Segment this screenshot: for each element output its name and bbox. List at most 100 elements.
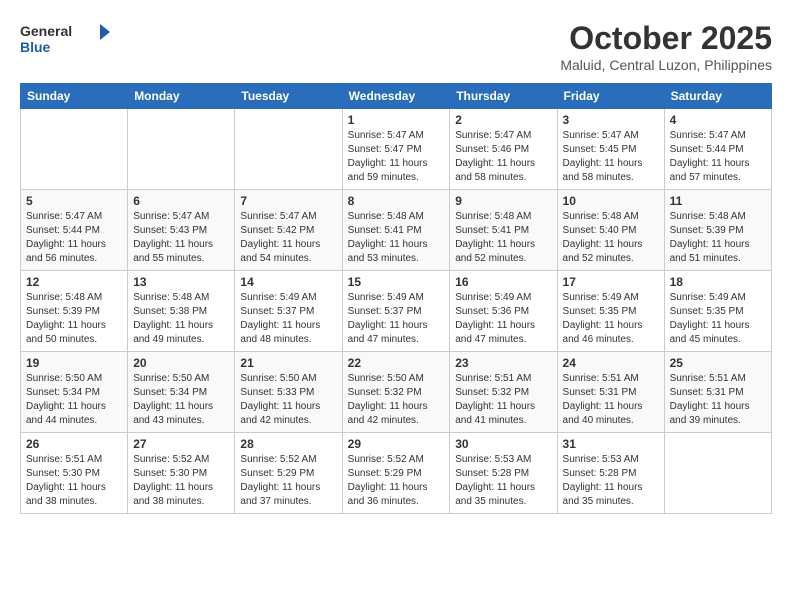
day-number: 21 bbox=[240, 356, 336, 370]
calendar-cell: 8Sunrise: 5:48 AM Sunset: 5:41 PM Daylig… bbox=[342, 190, 450, 271]
day-info: Sunrise: 5:50 AM Sunset: 5:34 PM Dayligh… bbox=[26, 372, 122, 428]
day-number: 25 bbox=[670, 356, 766, 370]
calendar-cell: 19Sunrise: 5:50 AM Sunset: 5:34 PM Dayli… bbox=[21, 352, 128, 433]
weekday-header-monday: Monday bbox=[128, 84, 235, 109]
calendar-cell: 20 Sunrise: 5:50 AM Sunset: 5:34 PM Dayli… bbox=[128, 352, 235, 433]
calendar-cell: 5 Sunrise: 5:47 AM Sunset: 5:44 PM Daylig… bbox=[21, 190, 128, 271]
calendar-cell: 9Sunrise: 5:48 AM Sunset: 5:41 PM Daylig… bbox=[450, 190, 557, 271]
location: Maluid, Central Luzon, Philippines bbox=[560, 57, 772, 73]
calendar-cell: 18Sunrise: 5:49 AM Sunset: 5:35 PM Dayli… bbox=[664, 271, 771, 352]
calendar-cell: 3Sunrise: 5:47 AM Sunset: 5:45 PM Daylig… bbox=[557, 109, 664, 190]
calendar-cell: 29 Sunrise: 5:52 AM Sunset: 5:29 PM Dayli… bbox=[342, 433, 450, 514]
title-block: October 2025 Maluid, Central Luzon, Phil… bbox=[560, 20, 772, 73]
day-info: Sunrise: 5:47 AM Sunset: 5:47 PM Dayligh… bbox=[348, 129, 445, 185]
calendar-cell: 16 Sunrise: 5:49 AM Sunset: 5:36 PM Dayli… bbox=[450, 271, 557, 352]
calendar-cell: 7 Sunrise: 5:47 AM Sunset: 5:42 PM Daylig… bbox=[235, 190, 342, 271]
calendar-cell: 2 Sunrise: 5:47 AM Sunset: 5:46 PM Daylig… bbox=[450, 109, 557, 190]
day-info: Sunrise: 5:50 AM Sunset: 5:34 PM Dayligh… bbox=[133, 372, 229, 428]
day-number: 23 bbox=[455, 356, 551, 370]
week-row-3: 12 Sunrise: 5:48 AM Sunset: 5:39 PM Dayli… bbox=[21, 271, 772, 352]
day-info: Sunrise: 5:53 AM Sunset: 5:28 PM Dayligh… bbox=[455, 453, 551, 509]
weekday-header-tuesday: Tuesday bbox=[235, 84, 342, 109]
calendar-cell: 1 Sunrise: 5:47 AM Sunset: 5:47 PM Daylig… bbox=[342, 109, 450, 190]
weekday-header-thursday: Thursday bbox=[450, 84, 557, 109]
day-info: Sunrise: 5:50 AM Sunset: 5:32 PM Dayligh… bbox=[348, 372, 445, 428]
calendar-cell: 26 Sunrise: 5:51 AM Sunset: 5:30 PM Dayli… bbox=[21, 433, 128, 514]
week-row-4: 19Sunrise: 5:50 AM Sunset: 5:34 PM Dayli… bbox=[21, 352, 772, 433]
day-number: 14 bbox=[240, 275, 336, 289]
weekday-header-friday: Friday bbox=[557, 84, 664, 109]
day-number: 16 bbox=[455, 275, 551, 289]
calendar-cell: 13Sunrise: 5:48 AM Sunset: 5:38 PM Dayli… bbox=[128, 271, 235, 352]
day-info: Sunrise: 5:49 AM Sunset: 5:35 PM Dayligh… bbox=[563, 291, 659, 347]
day-number: 27 bbox=[133, 437, 229, 451]
calendar-cell: 25 Sunrise: 5:51 AM Sunset: 5:31 PM Dayli… bbox=[664, 352, 771, 433]
day-number: 1 bbox=[348, 113, 445, 127]
calendar-cell bbox=[235, 109, 342, 190]
svg-text:General: General bbox=[20, 23, 72, 39]
week-row-2: 5 Sunrise: 5:47 AM Sunset: 5:44 PM Daylig… bbox=[21, 190, 772, 271]
calendar-cell: 12 Sunrise: 5:48 AM Sunset: 5:39 PM Dayli… bbox=[21, 271, 128, 352]
day-number: 26 bbox=[26, 437, 122, 451]
day-info: Sunrise: 5:47 AM Sunset: 5:44 PM Dayligh… bbox=[26, 210, 122, 266]
day-info: Sunrise: 5:50 AM Sunset: 5:33 PM Dayligh… bbox=[240, 372, 336, 428]
day-number: 29 bbox=[348, 437, 445, 451]
logo-svg: General Blue bbox=[20, 20, 110, 60]
calendar-cell bbox=[21, 109, 128, 190]
day-number: 28 bbox=[240, 437, 336, 451]
day-info: Sunrise: 5:48 AM Sunset: 5:38 PM Dayligh… bbox=[133, 291, 229, 347]
day-number: 9 bbox=[455, 194, 551, 208]
week-row-5: 26 Sunrise: 5:51 AM Sunset: 5:30 PM Dayli… bbox=[21, 433, 772, 514]
day-info: Sunrise: 5:49 AM Sunset: 5:36 PM Dayligh… bbox=[455, 291, 551, 347]
day-number: 7 bbox=[240, 194, 336, 208]
day-info: Sunrise: 5:51 AM Sunset: 5:31 PM Dayligh… bbox=[670, 372, 766, 428]
day-number: 6 bbox=[133, 194, 229, 208]
day-number: 20 bbox=[133, 356, 229, 370]
week-row-1: 1 Sunrise: 5:47 AM Sunset: 5:47 PM Daylig… bbox=[21, 109, 772, 190]
calendar-cell bbox=[128, 109, 235, 190]
day-info: Sunrise: 5:48 AM Sunset: 5:40 PM Dayligh… bbox=[563, 210, 659, 266]
day-number: 15 bbox=[348, 275, 445, 289]
weekday-header-saturday: Saturday bbox=[664, 84, 771, 109]
calendar-cell: 14 Sunrise: 5:49 AM Sunset: 5:37 PM Dayli… bbox=[235, 271, 342, 352]
day-info: Sunrise: 5:47 AM Sunset: 5:42 PM Dayligh… bbox=[240, 210, 336, 266]
day-info: Sunrise: 5:48 AM Sunset: 5:39 PM Dayligh… bbox=[670, 210, 766, 266]
day-info: Sunrise: 5:49 AM Sunset: 5:37 PM Dayligh… bbox=[240, 291, 336, 347]
calendar-cell: 27 Sunrise: 5:52 AM Sunset: 5:30 PM Dayli… bbox=[128, 433, 235, 514]
calendar-cell: 21 Sunrise: 5:50 AM Sunset: 5:33 PM Dayli… bbox=[235, 352, 342, 433]
day-info: Sunrise: 5:52 AM Sunset: 5:29 PM Dayligh… bbox=[240, 453, 336, 509]
calendar-cell: 11Sunrise: 5:48 AM Sunset: 5:39 PM Dayli… bbox=[664, 190, 771, 271]
weekday-header-wednesday: Wednesday bbox=[342, 84, 450, 109]
calendar-cell: 4Sunrise: 5:47 AM Sunset: 5:44 PM Daylig… bbox=[664, 109, 771, 190]
day-info: Sunrise: 5:47 AM Sunset: 5:44 PM Dayligh… bbox=[670, 129, 766, 185]
day-number: 12 bbox=[26, 275, 122, 289]
calendar-cell: 30 Sunrise: 5:53 AM Sunset: 5:28 PM Dayli… bbox=[450, 433, 557, 514]
calendar: SundayMondayTuesdayWednesdayThursdayFrid… bbox=[20, 83, 772, 514]
logo: General Blue bbox=[20, 20, 110, 60]
day-number: 8 bbox=[348, 194, 445, 208]
day-info: Sunrise: 5:53 AM Sunset: 5:28 PM Dayligh… bbox=[563, 453, 659, 509]
calendar-cell: 6Sunrise: 5:47 AM Sunset: 5:43 PM Daylig… bbox=[128, 190, 235, 271]
day-info: Sunrise: 5:48 AM Sunset: 5:39 PM Dayligh… bbox=[26, 291, 122, 347]
page-header: General Blue October 2025 Maluid, Centra… bbox=[20, 20, 772, 73]
month-title: October 2025 bbox=[560, 20, 772, 57]
calendar-cell: 10 Sunrise: 5:48 AM Sunset: 5:40 PM Dayli… bbox=[557, 190, 664, 271]
day-info: Sunrise: 5:49 AM Sunset: 5:35 PM Dayligh… bbox=[670, 291, 766, 347]
day-number: 2 bbox=[455, 113, 551, 127]
day-number: 30 bbox=[455, 437, 551, 451]
weekday-header-sunday: Sunday bbox=[21, 84, 128, 109]
day-info: Sunrise: 5:52 AM Sunset: 5:29 PM Dayligh… bbox=[348, 453, 445, 509]
day-info: Sunrise: 5:51 AM Sunset: 5:30 PM Dayligh… bbox=[26, 453, 122, 509]
day-number: 31 bbox=[563, 437, 659, 451]
calendar-cell: 17Sunrise: 5:49 AM Sunset: 5:35 PM Dayli… bbox=[557, 271, 664, 352]
calendar-cell bbox=[664, 433, 771, 514]
calendar-cell: 24Sunrise: 5:51 AM Sunset: 5:31 PM Dayli… bbox=[557, 352, 664, 433]
day-number: 10 bbox=[563, 194, 659, 208]
weekday-header-row: SundayMondayTuesdayWednesdayThursdayFrid… bbox=[21, 84, 772, 109]
day-number: 3 bbox=[563, 113, 659, 127]
day-number: 5 bbox=[26, 194, 122, 208]
day-info: Sunrise: 5:52 AM Sunset: 5:30 PM Dayligh… bbox=[133, 453, 229, 509]
calendar-cell: 22Sunrise: 5:50 AM Sunset: 5:32 PM Dayli… bbox=[342, 352, 450, 433]
calendar-cell: 31 Sunrise: 5:53 AM Sunset: 5:28 PM Dayli… bbox=[557, 433, 664, 514]
day-info: Sunrise: 5:47 AM Sunset: 5:46 PM Dayligh… bbox=[455, 129, 551, 185]
